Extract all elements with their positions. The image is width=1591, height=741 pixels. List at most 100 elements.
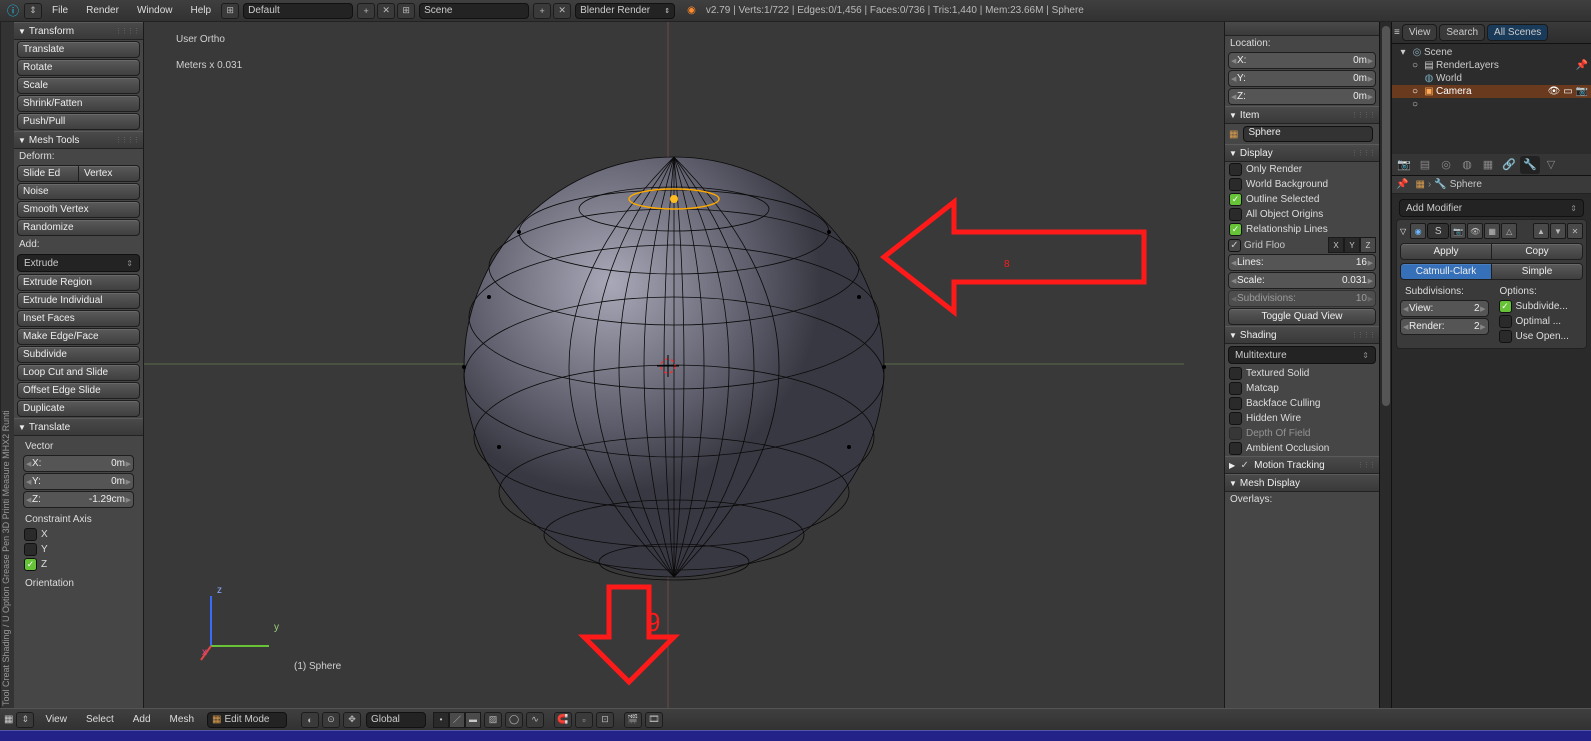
panel-mesh-display-header[interactable]: ▼Mesh Display (1225, 474, 1379, 492)
grid-scale-field[interactable]: Scale:0.031 (1228, 272, 1376, 289)
snap-element-icon[interactable]: ▫ (575, 712, 593, 728)
rotate-button[interactable]: Rotate (17, 59, 140, 76)
hidden-wire-check[interactable]: Hidden Wire (1225, 411, 1379, 426)
extrude-individual-button[interactable]: Extrude Individual (17, 292, 140, 309)
extrude-region-button[interactable]: Extrude Region (17, 274, 140, 291)
expand-icon[interactable]: ⇕ (24, 3, 42, 19)
render-anim-icon[interactable]: 🎞 (645, 712, 663, 728)
loop-cut-button[interactable]: Loop Cut and Slide (17, 364, 140, 381)
menu-window[interactable]: Window (129, 3, 181, 18)
restrict-select-icon[interactable]: ▭ (1561, 86, 1575, 97)
axis-toggle-buttons[interactable]: XYZ (1328, 237, 1376, 253)
simple-button[interactable]: Simple (1492, 263, 1583, 280)
use-opensubdiv-check[interactable]: Use Open... (1495, 329, 1584, 344)
panel-meshtools-header[interactable]: ▼Mesh Tools⋮⋮⋮⋮ (14, 131, 143, 149)
snap-icon[interactable]: 🧲 (554, 712, 572, 728)
menu-mesh[interactable]: Mesh (162, 712, 202, 727)
outliner-tree[interactable]: ▾◎Scene ○▤RenderLayers📌 ◍World ○▣Camera … (1392, 44, 1591, 154)
mod-cage-icon[interactable]: △ (1501, 223, 1517, 239)
outline-selected-check[interactable]: ✓Outline Selected (1225, 192, 1379, 207)
scene-select[interactable]: Scene (419, 3, 529, 19)
tab-scene-icon[interactable]: ◎ (1436, 156, 1456, 174)
operator-header[interactable]: ▼Translate (14, 418, 143, 436)
loc-x-field[interactable]: X:0m (1228, 52, 1376, 69)
snap-target-icon[interactable]: ⊡ (596, 712, 614, 728)
extrude-menu[interactable]: Extrude (17, 254, 140, 272)
3d-viewport[interactable]: User Ortho Meters x 0.031 (1) Sphere (144, 22, 1224, 708)
mod-copy-button[interactable]: Copy (1492, 243, 1583, 260)
mod-editmode-icon[interactable]: ▦ (1484, 223, 1500, 239)
panel-display-header[interactable]: ▼Display⋮⋮⋮⋮ (1225, 144, 1379, 162)
scale-button[interactable]: Scale (17, 77, 140, 94)
constraint-x-check[interactable]: X (20, 527, 137, 542)
orientation-select[interactable]: Global (366, 712, 426, 728)
mod-name-input[interactable]: S (1427, 223, 1449, 239)
pivot-point-icon[interactable]: ⊙ (322, 712, 340, 728)
make-edge-face-button[interactable]: Make Edge/Face (17, 328, 140, 345)
info-editor-icon[interactable]: ⓘ (4, 2, 22, 20)
translate-button[interactable]: Translate (17, 41, 140, 58)
tab-object-icon[interactable]: ▦ (1478, 156, 1498, 174)
vec-x-field[interactable]: X:0m (23, 455, 134, 472)
tab-modifiers-icon[interactable]: 🔧 (1520, 156, 1540, 174)
subdiv-render-field[interactable]: Render:2 (1400, 318, 1489, 335)
tab-data-icon[interactable]: ▽ (1541, 156, 1561, 174)
vec-z-field[interactable]: Z:-1.29cm (23, 491, 134, 508)
n-panel-scrollbar[interactable] (1379, 22, 1391, 708)
header-expand-icon[interactable]: ⇕ (16, 712, 34, 728)
backface-culling-check[interactable]: Backface Culling (1225, 396, 1379, 411)
catmull-clark-button[interactable]: Catmull-Clark (1400, 263, 1492, 280)
tab-renderlayers-icon[interactable]: ▤ (1415, 156, 1435, 174)
offset-edge-button[interactable]: Offset Edge Slide (17, 382, 140, 399)
constraint-z-check[interactable]: ✓Z (20, 557, 137, 572)
outliner-filter-select[interactable]: All Scenes (1487, 24, 1548, 41)
optimal-display-check[interactable]: Optimal ... (1495, 314, 1584, 329)
render-opengl-icon[interactable]: 🎬 (624, 712, 642, 728)
mod-render-icon[interactable]: 📷 (1450, 223, 1466, 239)
mod-movedown-icon[interactable]: ▼ (1550, 223, 1566, 239)
loc-y-field[interactable]: Y:0m (1228, 70, 1376, 87)
menu-view[interactable]: View (37, 712, 75, 727)
select-mode-buttons[interactable]: •／▬ (433, 712, 481, 728)
slide-edge-button[interactable]: Slide Ed (17, 165, 79, 182)
smooth-vertex-button[interactable]: Smooth Vertex (17, 201, 140, 218)
shrink-fatten-button[interactable]: Shrink/Fatten (17, 95, 140, 112)
manipulator-icon[interactable]: ✥ (343, 712, 361, 728)
textured-solid-check[interactable]: Textured Solid (1225, 366, 1379, 381)
randomize-button[interactable]: Randomize (17, 219, 140, 236)
inset-faces-button[interactable]: Inset Faces (17, 310, 140, 327)
constraint-y-check[interactable]: Y (20, 542, 137, 557)
window-resize-bar[interactable] (0, 730, 1591, 741)
noise-button[interactable]: Noise (17, 183, 140, 200)
pin-icon[interactable]: 📌 (1396, 179, 1408, 190)
menu-select[interactable]: Select (78, 712, 122, 727)
all-origins-check[interactable]: All Object Origins (1225, 207, 1379, 222)
pin-icon[interactable]: 📌 (1575, 60, 1589, 71)
mod-moveup-icon[interactable]: ▲ (1533, 223, 1549, 239)
scene-add-icon[interactable]: + (533, 3, 551, 19)
duplicate-button[interactable]: Duplicate (17, 400, 140, 417)
matcap-check[interactable]: Matcap (1225, 381, 1379, 396)
tab-render-icon[interactable]: 📷 (1394, 156, 1414, 174)
tool-category-tabs[interactable]: Tool Creat Shading / U Option Grease Pen… (0, 22, 14, 708)
scene-remove-icon[interactable]: ✕ (553, 3, 571, 19)
menu-help[interactable]: Help (183, 3, 220, 18)
subdivide-button[interactable]: Subdivide (17, 346, 140, 363)
ambient-occlusion-check[interactable]: Ambient Occlusion (1225, 441, 1379, 456)
screen-layout-select[interactable]: Default (243, 3, 353, 19)
object-name-input[interactable]: Sphere (1243, 126, 1373, 142)
layout-browse-icon[interactable]: ⊞ (221, 3, 239, 19)
loc-z-field[interactable]: Z:0m (1228, 88, 1376, 105)
tab-constraints-icon[interactable]: 🔗 (1499, 156, 1519, 174)
layout-add-icon[interactable]: + (357, 3, 375, 19)
menu-add[interactable]: Add (125, 712, 159, 727)
push-pull-button[interactable]: Push/Pull (17, 113, 140, 130)
prop-falloff-icon[interactable]: ∿ (526, 712, 544, 728)
viewport-shading-icon[interactable]: ◐ (301, 712, 319, 728)
mod-delete-icon[interactable]: ✕ (1567, 223, 1583, 239)
limit-selection-icon[interactable]: ▨ (484, 712, 502, 728)
relationship-lines-check[interactable]: ✓Relationship Lines (1225, 222, 1379, 237)
subdivide-uvs-check[interactable]: ✓Subdivide... (1495, 299, 1584, 314)
panel-transform-header[interactable]: ▼Transform⋮⋮⋮⋮ (14, 22, 143, 40)
panel-item-header[interactable]: ▼Item⋮⋮⋮⋮ (1225, 106, 1379, 124)
